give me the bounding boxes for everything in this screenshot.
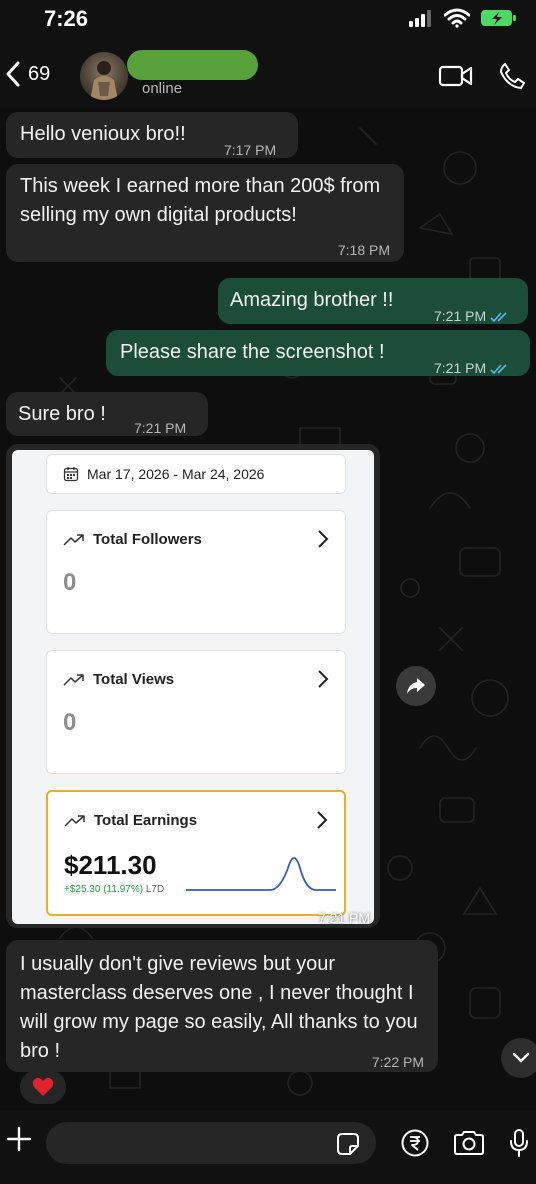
read-ticks-icon (490, 312, 507, 323)
message-text: Hello venioux bro!! (20, 123, 186, 145)
stat-title-text: Total Followers (93, 531, 202, 548)
chat-area[interactable]: Hello venioux bro!! 7:17 PM This week I … (0, 108, 536, 1110)
message-time: 7:18 PM (337, 242, 390, 258)
reaction-badge[interactable] (20, 1070, 66, 1104)
message-time-text: 7:21 PM (434, 360, 487, 376)
stat-title-text: Total Views (93, 671, 175, 688)
message-text: Amazing brother !! (230, 289, 394, 311)
message-time: 7:21 PM (134, 420, 187, 436)
unread-count: 69 (28, 62, 51, 85)
phone-call-icon[interactable] (498, 62, 526, 90)
avatar-figure-icon (90, 61, 118, 100)
video-call-icon[interactable] (438, 63, 474, 89)
stat-title-text: Total Earnings (94, 812, 198, 829)
incoming-message[interactable]: Sure bro ! 7:21 PM (6, 392, 208, 436)
message-text: Sure bro ! (18, 403, 106, 425)
status-time: 7:26 (44, 6, 89, 31)
date-range-picker: Mar 17, 2026 - Mar 24, 2026 (46, 454, 346, 494)
message-text: I usually don't give reviews but your ma… (20, 953, 418, 1062)
contact-status: online (142, 80, 183, 97)
composer-actions (400, 1128, 530, 1158)
stat-card-followers: Total Followers 0 (46, 510, 346, 634)
outgoing-message[interactable]: Please share the screenshot ! 7:21 PM (106, 330, 530, 376)
chevron-down-icon (512, 1052, 530, 1063)
message-text: This week I earned more than 200$ from s… (20, 175, 381, 226)
incoming-message[interactable]: Hello venioux bro!! 7:17 PM (6, 112, 298, 158)
stat-title: Total Followers (63, 531, 202, 548)
heart-icon (32, 1077, 54, 1096)
cellular-signal-icon (409, 10, 431, 27)
stat-value: 0 (63, 569, 77, 596)
microphone-icon[interactable] (508, 1128, 530, 1158)
chevron-left-icon (6, 61, 20, 87)
earnings-value: $211.30 (64, 850, 157, 880)
trending-up-icon (64, 814, 85, 827)
message-time: 7:21 PM (434, 354, 510, 383)
status-icons (408, 8, 518, 28)
stat-card-earnings: Total Earnings $211.30 +$25.30 (11.97%) … (46, 790, 346, 916)
image-message[interactable]: Mar 17, 2026 - Mar 24, 2026 Total Follow… (6, 444, 380, 928)
sticker-icon[interactable] (334, 1130, 362, 1158)
stat-card-views: Total Views 0 (46, 650, 346, 774)
earnings-period: L7D (145, 884, 165, 895)
earnings-sparkline (186, 857, 336, 891)
incoming-message[interactable]: This week I earned more than 200$ from s… (6, 164, 404, 262)
stat-value: 0 (63, 709, 77, 736)
chevron-right-icon (318, 530, 329, 548)
read-ticks-icon (490, 364, 507, 375)
wifi-icon (444, 8, 470, 28)
message-time: 7:17 PM (224, 142, 277, 158)
message-time: 7:22 PM (371, 1054, 424, 1070)
rupee-payment-icon[interactable] (400, 1128, 430, 1158)
back-button[interactable]: 69 (4, 60, 50, 88)
scroll-to-bottom-button[interactable] (501, 1038, 536, 1078)
calendar-icon (63, 467, 79, 482)
contact-name-redacted[interactable] (127, 50, 258, 80)
date-range-text: Mar 17, 2026 - Mar 24, 2026 (87, 466, 265, 482)
stat-title: Total Earnings (64, 812, 197, 829)
chat-header: 69 online (0, 44, 536, 108)
trending-up-icon (63, 673, 84, 686)
share-forward-icon (407, 678, 425, 694)
outgoing-message[interactable]: Amazing brother !! 7:21 PM (218, 278, 528, 324)
message-time-text: 7:21 PM (434, 308, 487, 324)
earnings-delta-amount: +$25.30 (11.97%) (64, 884, 144, 895)
forward-button[interactable] (396, 666, 436, 706)
message-text: Please share the screenshot ! (120, 341, 385, 363)
incoming-message[interactable]: I usually don't give reviews but your ma… (6, 940, 438, 1072)
message-input[interactable] (46, 1122, 376, 1164)
chevron-right-icon (318, 670, 329, 688)
chevron-right-icon (317, 811, 328, 829)
message-time: 7:21 PM (434, 302, 510, 331)
contact-avatar[interactable] (80, 52, 128, 100)
status-bar: 7:26 (0, 0, 536, 44)
camera-icon[interactable] (452, 1129, 486, 1157)
image-time: 7:21 PM (317, 910, 370, 926)
header-actions (438, 62, 526, 90)
battery-charging-icon (481, 10, 516, 26)
trending-up-icon (63, 533, 84, 546)
earnings-delta: +$25.30 (11.97%) L7D (64, 884, 164, 895)
screenshot-image[interactable]: Mar 17, 2026 - Mar 24, 2026 Total Follow… (12, 450, 374, 924)
stat-title: Total Views (63, 671, 174, 688)
plus-icon[interactable] (4, 1124, 34, 1154)
message-composer (0, 1110, 536, 1184)
